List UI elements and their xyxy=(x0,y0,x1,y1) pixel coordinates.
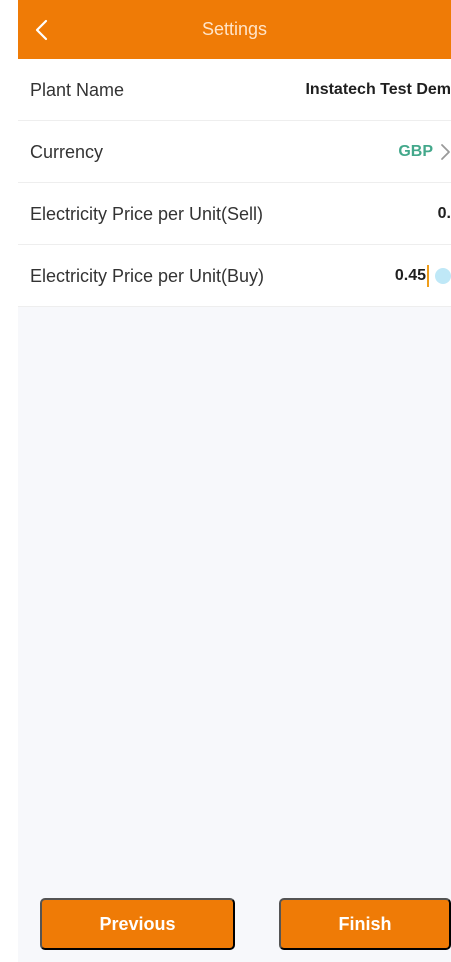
chevron-right-icon xyxy=(441,144,450,160)
plant-name-label: Plant Name xyxy=(30,80,125,100)
sell-price-label: Electricity Price per Unit(Sell) xyxy=(30,204,264,224)
app-header: Settings xyxy=(18,0,451,59)
selection-handle-icon[interactable] xyxy=(435,268,451,284)
text-cursor xyxy=(427,265,429,287)
buy-price-row[interactable]: Electricity Price per Unit(Buy) 0.45 xyxy=(18,245,451,307)
currency-selector[interactable]: GBP xyxy=(398,121,451,183)
buy-price-value[interactable]: 0.45 xyxy=(395,268,426,284)
plant-name-row[interactable]: Plant Name Instatech Test Dem xyxy=(18,59,451,121)
currency-row[interactable]: Currency GBP xyxy=(18,121,451,183)
sell-price-field[interactable]: 0. xyxy=(425,183,451,245)
settings-list: Plant Name Instatech Test Dem Currency G… xyxy=(18,59,451,307)
currency-value[interactable]: GBP xyxy=(398,144,433,160)
settings-content-background xyxy=(18,307,451,962)
settings-screen: Settings Plant Name Instatech Test Dem C… xyxy=(0,0,451,962)
previous-button[interactable]: Previous xyxy=(40,898,235,950)
currency-label: Currency xyxy=(30,142,104,162)
buy-price-field[interactable]: 0.45 xyxy=(379,245,451,307)
plant-name-value[interactable]: Instatech Test Dem xyxy=(305,59,451,121)
buy-price-label: Electricity Price per Unit(Buy) xyxy=(30,266,265,286)
sell-price-row[interactable]: Electricity Price per Unit(Sell) 0. xyxy=(18,183,451,245)
finish-button[interactable]: Finish xyxy=(279,898,451,950)
page-title: Settings xyxy=(201,19,268,39)
